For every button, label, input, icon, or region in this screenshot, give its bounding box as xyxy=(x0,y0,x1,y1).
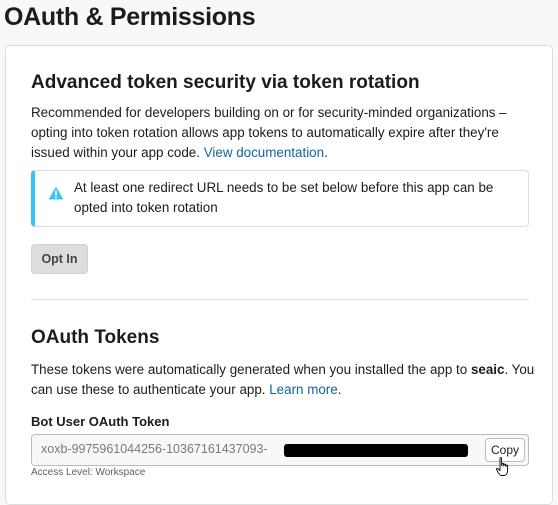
token-rotation-description: Recommended for developers building on o… xyxy=(31,103,531,163)
workspace-name: seaic xyxy=(470,362,505,377)
token-rotation-title: Advanced token security via token rotati… xyxy=(31,72,420,93)
oauth-tokens-title: OAuth Tokens xyxy=(31,327,160,348)
settings-card: Advanced token security via token rotati… xyxy=(5,45,553,505)
opt-in-button[interactable]: Opt In xyxy=(31,244,88,274)
oauth-tokens-description-start: These tokens were automatically generate… xyxy=(31,362,471,377)
page-title: OAuth & Permissions xyxy=(4,3,256,31)
doc-link-period: . xyxy=(324,145,328,160)
view-documentation-link[interactable]: View documentation xyxy=(204,145,324,160)
redirect-url-notice: At least one redirect URL needs to be se… xyxy=(31,170,529,227)
access-level-text: Access Level: Workspace xyxy=(31,467,146,478)
bot-token-value[interactable]: xoxb-9975961044256-10367161437093- xyxy=(41,442,268,456)
bot-token-label: Bot User OAuth Token xyxy=(31,414,170,429)
token-redaction xyxy=(284,444,468,457)
oauth-tokens-description: These tokens were automatically generate… xyxy=(31,360,536,400)
section-divider xyxy=(31,299,529,300)
learn-more-link[interactable]: Learn more xyxy=(269,382,337,397)
hand-cursor-icon xyxy=(496,457,509,476)
warning-icon xyxy=(48,186,64,200)
learn-more-period: . xyxy=(337,382,342,397)
bot-token-field[interactable]: xoxb-9975961044256-10367161437093- Copy xyxy=(31,434,529,466)
notice-text: At least one redirect URL needs to be se… xyxy=(74,180,494,215)
